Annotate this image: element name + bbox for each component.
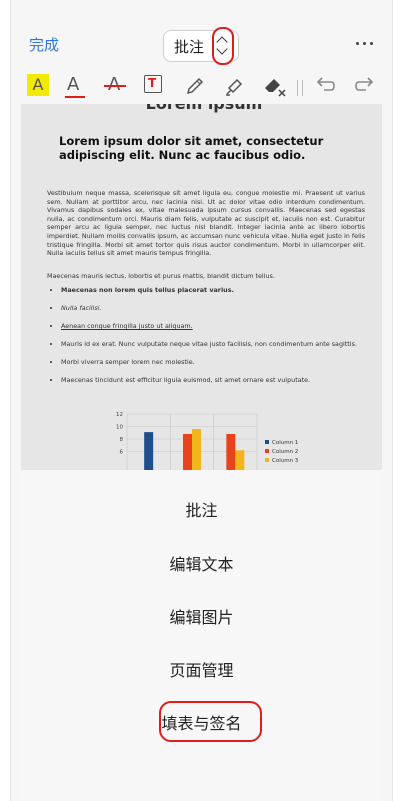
chart-bar [226, 434, 236, 470]
chart-y-tick: 6 [120, 450, 124, 456]
undo-icon-svg [316, 77, 335, 91]
underline-glyph: A [67, 74, 80, 95]
eraser-icon-svg [265, 79, 286, 97]
strikethrough-icon[interactable]: A [103, 74, 127, 98]
highlight-icon[interactable]: A [27, 74, 49, 96]
mode-label: 批注 [174, 38, 205, 56]
menu-item-fill-and-sign[interactable]: 填表与签名 [21, 710, 382, 734]
document-viewer[interactable]: Lorem ipsum Lorem ipsum dolor sit amet, … [21, 104, 382, 470]
chart-bar [144, 432, 154, 470]
doc-bullet-list: Maecenas non lorem quis tellus placerat … [47, 286, 379, 394]
eraser-icon[interactable] [262, 74, 286, 98]
doc-paragraph-2: Maecenas mauris lectus, lobortis et puru… [47, 272, 275, 280]
chart-y-tick: 12 [116, 412, 123, 418]
chart-y-tick: 8 [120, 437, 124, 443]
chevron-down-icon [216, 43, 228, 55]
annotation-toolbar: A A A T [11, 70, 392, 104]
strike-bar [104, 85, 126, 87]
more-options-button[interactable] [356, 42, 374, 46]
mode-selector[interactable]: 批注 [163, 27, 239, 65]
toolbar-divider [297, 80, 303, 96]
redo-icon-svg [355, 77, 374, 91]
menu-item-annotate[interactable]: 批注 [21, 497, 382, 521]
marker-icon[interactable] [223, 74, 247, 98]
marker-icon-svg [226, 78, 243, 96]
list-item: Maecenas tincidunt est efficitur ligula … [61, 376, 379, 384]
undo-icon[interactable] [313, 74, 337, 98]
chart-y-tick: 10 [116, 425, 123, 431]
underline-icon[interactable]: A [63, 74, 87, 98]
chart-bar [235, 450, 245, 470]
pen-icon-svg [186, 77, 204, 95]
list-item: Maecenas non lorem quis tellus placerat … [61, 286, 379, 294]
menu-item-page-management[interactable]: 页面管理 [21, 657, 382, 681]
mode-switch-chevron[interactable] [212, 27, 234, 65]
doc-subtitle: Lorem ipsum dolor sit amet, consectetur … [59, 134, 324, 162]
doc-paragraph-1: Vestibulum neque massa, scelerisque sit … [47, 189, 365, 258]
pen-icon[interactable] [183, 74, 207, 98]
chart-bar [183, 434, 192, 470]
legend-swatch [265, 440, 269, 444]
legend-label: Column 1 [272, 440, 298, 446]
done-button[interactable]: 完成 [29, 34, 59, 55]
legend-swatch [265, 449, 269, 453]
ellipsis-dot [370, 42, 373, 45]
list-item: Nulla facilisi. [61, 304, 379, 312]
redo-icon[interactable] [353, 74, 377, 98]
list-item: Aenean congue fringilla justo ut aliquam… [61, 322, 379, 330]
document-page: Lorem ipsum Lorem ipsum dolor sit amet, … [41, 104, 367, 470]
menu-item-edit-text[interactable]: 编辑文本 [21, 551, 382, 575]
textbox-glyph: T [148, 76, 157, 90]
legend-swatch [265, 458, 269, 462]
chart-svg: 12 10 8 6 Column 1 Column 2 Column 3 [116, 412, 299, 470]
list-item: Mauris id ex erat. Nunc vulputate neque … [61, 340, 379, 348]
app-frame: 完成 批注 A A A T [10, 0, 393, 801]
chart-bar [192, 429, 201, 470]
edit-mode-sheet: 批注 编辑文本 编辑图片 页面管理 填表与签名 [21, 470, 382, 801]
ellipsis-icon [356, 42, 359, 45]
doc-title: Lorem ipsum [41, 104, 367, 113]
ellipsis-dot [363, 42, 366, 45]
legend-label: Column 3 [272, 458, 299, 464]
doc-chart: 12 10 8 6 Column 1 Column 2 Column 3 [97, 409, 347, 470]
menu-item-edit-image[interactable]: 编辑图片 [21, 604, 382, 628]
legend-label: Column 2 [272, 449, 298, 455]
list-item: Morbi viverra semper lorem nec molestie. [61, 358, 379, 366]
textbox-icon[interactable]: T [143, 74, 165, 98]
underline-bar [65, 96, 85, 98]
top-bar: 完成 批注 [11, 0, 392, 70]
